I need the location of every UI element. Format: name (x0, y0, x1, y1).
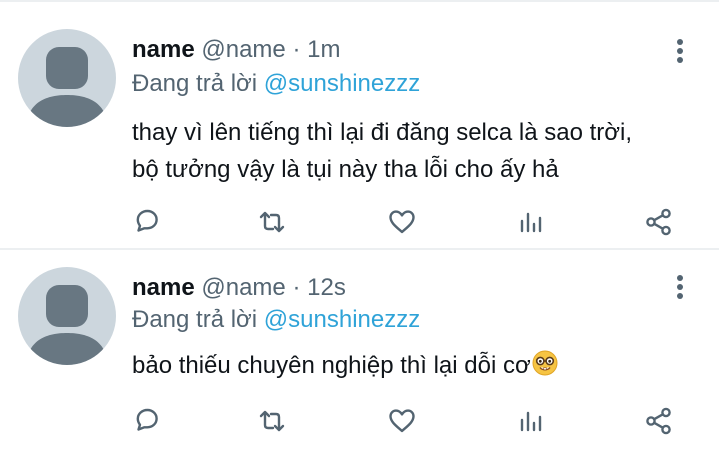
retweet-icon (259, 410, 285, 432)
timestamp[interactable]: 1m (307, 36, 340, 63)
reply-button[interactable] (130, 205, 164, 239)
mention-link[interactable]: @sunshinezzz (264, 70, 420, 97)
replying-to: Đang trả lời @sunshinezzz (132, 70, 420, 98)
handle[interactable]: @name (201, 274, 285, 301)
avatar[interactable] (18, 29, 116, 127)
retweet-button[interactable] (255, 404, 289, 438)
like-button[interactable] (385, 205, 419, 239)
replying-to: Đang trả lời @sunshinezzz (132, 306, 420, 334)
share-icon (646, 407, 671, 435)
timestamp[interactable]: 12s (307, 274, 346, 301)
more-options-button[interactable] (668, 272, 692, 302)
tweet-header: name @name · 12s (132, 274, 346, 302)
tweet-text-line: thay vì lên tiếng thì lại đi đăng selca … (132, 119, 633, 146)
tweet-header: name @name · 1m (132, 36, 340, 64)
avatar[interactable] (18, 267, 116, 365)
reply-icon (136, 209, 158, 232)
tweet-text: bảo thiếu chuyên nghiệp thì lại dỗi cơ (132, 347, 702, 387)
views-button[interactable] (514, 205, 548, 239)
action-bar (0, 201, 719, 241)
default-avatar-icon (26, 47, 108, 127)
reply-prefix: Đang trả lời (132, 306, 258, 333)
tweet-text-line: bảo thiếu chuyên nghiệp thì lại dỗi cơ (132, 347, 702, 387)
display-name[interactable]: name (132, 36, 195, 63)
retweet-icon (259, 211, 285, 233)
reply-button[interactable] (130, 404, 164, 438)
reply-icon (136, 408, 158, 431)
views-button[interactable] (514, 404, 548, 438)
separator: · (292, 274, 301, 301)
tweet-feed: name @name · 1m Đang trả lời @sunshinezz… (0, 0, 719, 450)
mention-link[interactable]: @sunshinezzz (264, 306, 420, 333)
handle[interactable]: @name (201, 36, 285, 63)
more-vertical-icon (677, 39, 683, 63)
retweet-button[interactable] (255, 205, 289, 239)
more-options-button[interactable] (668, 36, 692, 66)
tweet-text: thay vì lên tiếng thì lại đi đăng selca … (132, 114, 702, 188)
heart-icon (389, 210, 415, 234)
like-button[interactable] (385, 404, 419, 438)
tweet-text-content: bảo thiếu chuyên nghiệp thì lại dỗi cơ (132, 352, 531, 379)
default-avatar-icon (26, 285, 108, 365)
views-icon (520, 212, 542, 233)
tweet[interactable]: name @name · 1m Đang trả lời @sunshinezz… (0, 2, 719, 248)
views-icon (520, 411, 542, 432)
share-button[interactable] (642, 205, 676, 239)
more-vertical-icon (677, 275, 683, 299)
share-button[interactable] (642, 404, 676, 438)
nerd-face-emoji (532, 350, 558, 387)
separator: · (292, 36, 301, 63)
heart-icon (389, 409, 415, 433)
share-icon (646, 208, 671, 236)
tweet-text-line: bộ tưởng vậy là tụi này tha lỗi cho ấy h… (132, 156, 559, 183)
reply-prefix: Đang trả lời (132, 70, 258, 97)
action-bar (0, 400, 719, 440)
tweet[interactable]: name @name · 12s Đang trả lời @sunshinez… (0, 250, 719, 450)
display-name[interactable]: name (132, 274, 195, 301)
